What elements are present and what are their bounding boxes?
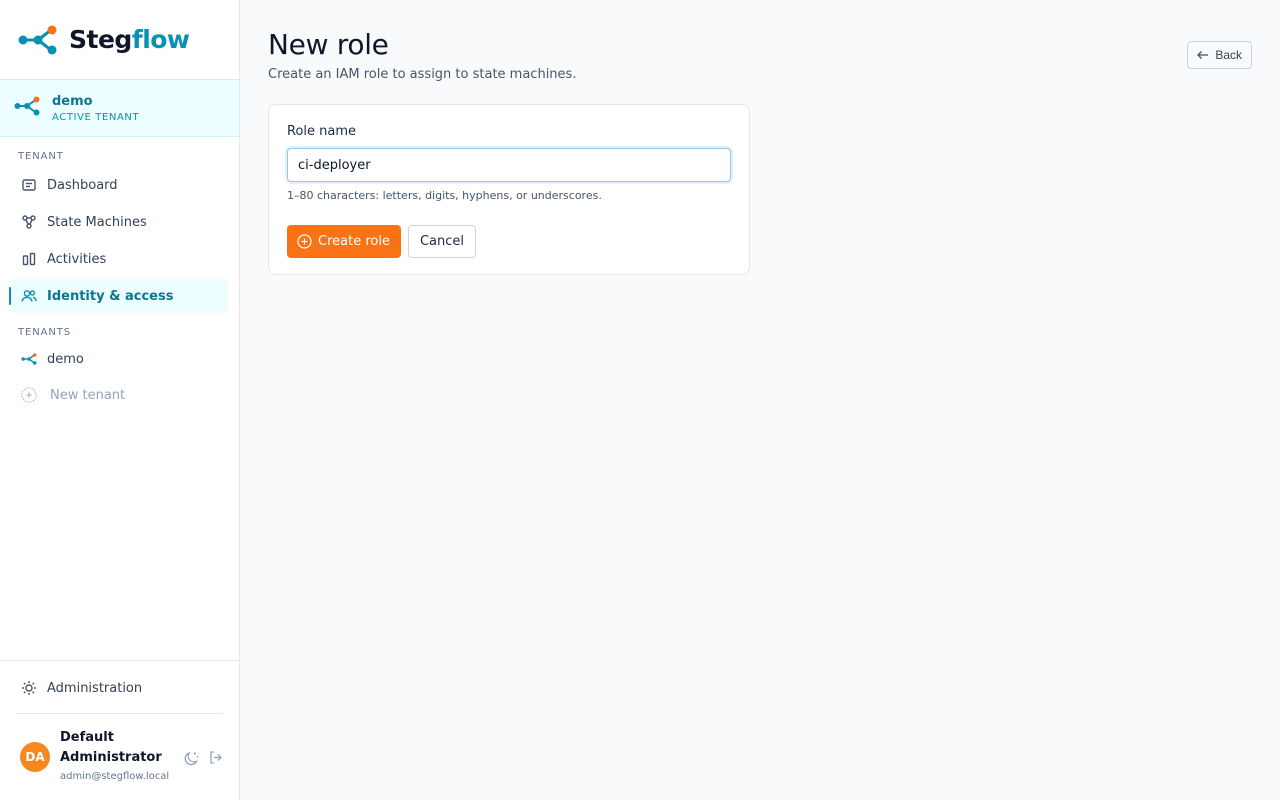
activities-icon	[21, 251, 37, 267]
moon-icon[interactable]	[183, 750, 200, 767]
main-content: New role Create an IAM role to assign to…	[240, 0, 1280, 800]
stegflow-logo-icon	[18, 25, 58, 55]
new-tenant-label: New tenant	[50, 387, 126, 403]
brand-name: Stegflow	[69, 25, 190, 54]
form-actions: Create role Cancel	[287, 225, 731, 258]
active-tenant-text: demo ACTIVE TENANT	[52, 94, 139, 123]
plus-circle-icon	[297, 234, 312, 249]
sidebar-item-activities[interactable]: Activities	[11, 242, 228, 276]
app-root: Stegflow demo ACTIVE TENANT TENANT Dashb…	[0, 0, 1280, 800]
page-subtitle: Create an IAM role to assign to state ma…	[268, 67, 577, 82]
user-panel: DA Default Administrator admin@stegflow.…	[0, 714, 239, 800]
sidebar-tenant-demo[interactable]: demo	[11, 342, 228, 376]
sidebar-item-dashboard[interactable]: Dashboard	[11, 168, 228, 202]
sun-gear-icon	[21, 680, 37, 696]
sidebar: Stegflow demo ACTIVE TENANT TENANT Dashb…	[0, 0, 240, 800]
new-role-form-card: Role name 1–80 characters: letters, digi…	[268, 104, 750, 275]
logout-icon[interactable]	[208, 750, 223, 767]
sidebar-item-label: Administration	[47, 680, 143, 696]
new-tenant-button[interactable]: New tenant	[11, 378, 228, 412]
role-name-hint: 1–80 characters: letters, digits, hyphen…	[287, 189, 602, 202]
plus-circle-icon	[21, 387, 37, 403]
brand-name-part1: Steg	[69, 25, 132, 54]
avatar[interactable]: DA	[20, 742, 50, 772]
tenants-section-label: TENANTS	[18, 327, 71, 338]
sidebar-tenant-label: demo	[47, 351, 84, 367]
active-tenant-name: demo	[52, 93, 93, 109]
sidebar-item-state-machines[interactable]: State Machines	[11, 205, 228, 239]
active-tenant-subtitle: ACTIVE TENANT	[52, 111, 140, 123]
create-role-button[interactable]: Create role	[287, 225, 401, 258]
role-name-label: Role name	[287, 124, 357, 139]
users-icon	[21, 288, 37, 304]
tenant-section-label: TENANT	[18, 151, 64, 162]
page-title: New role	[268, 28, 389, 61]
user-name: Default Administrator	[60, 730, 162, 765]
state-machines-icon	[21, 214, 37, 230]
sidebar-item-administration[interactable]: Administration	[11, 671, 228, 705]
user-actions	[183, 750, 223, 767]
sidebar-item-identity-access[interactable]: Identity & access	[9, 279, 228, 313]
tenant-network-icon	[14, 96, 40, 120]
arrow-left-icon	[1197, 50, 1209, 60]
cancel-button[interactable]: Cancel	[407, 225, 476, 258]
back-button[interactable]: Back	[1187, 41, 1252, 69]
brand[interactable]: Stegflow	[0, 0, 239, 80]
back-label: Back	[1215, 48, 1242, 62]
create-role-label: Create role	[318, 234, 390, 249]
sidebar-footer: Administration DA Default Administrator …	[0, 660, 239, 800]
user-email: admin@stegflow.local	[60, 771, 170, 782]
tenant-network-icon	[21, 351, 37, 367]
sidebar-item-label: Activities	[47, 251, 107, 267]
role-name-input[interactable]	[287, 148, 731, 182]
sidebar-item-label: State Machines	[47, 214, 147, 230]
user-info: Default Administrator admin@stegflow.loc…	[60, 728, 183, 782]
active-tenant-card[interactable]: demo ACTIVE TENANT	[0, 80, 239, 137]
sidebar-item-label: Identity & access	[47, 288, 174, 304]
dashboard-icon	[21, 177, 37, 193]
brand-name-part2: flow	[131, 25, 190, 54]
sidebar-item-label: Dashboard	[47, 177, 118, 193]
